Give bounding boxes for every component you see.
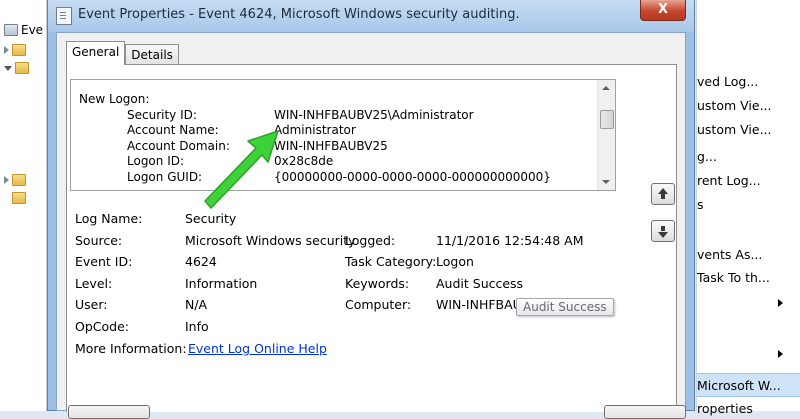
log-name-value: Security — [185, 211, 237, 226]
event-properties-icon — [56, 7, 72, 25]
dialog-title: Event Properties - Event 4624, Microsoft… — [78, 7, 520, 22]
action-section-header[interactable]: Microsoft W... — [697, 373, 800, 397]
folder-icon — [12, 174, 26, 186]
dialog-close-button[interactable] — [604, 405, 686, 419]
description-line: Security ID: WIN-INHFBAUBV25\Administrat… — [79, 108, 589, 124]
level-value: Information — [185, 276, 258, 291]
user-label: User: — [75, 297, 108, 312]
task-category-value: Logon — [436, 254, 474, 269]
arrow-down-icon — [658, 232, 668, 238]
tab-strip: General Details — [66, 41, 179, 65]
description-value: 0x28c8de — [274, 154, 334, 168]
description-header: New Logon: — [79, 92, 150, 106]
action-item[interactable]: g... — [697, 145, 800, 167]
tree-item-folder-1[interactable] — [4, 42, 26, 58]
opcode-value: Info — [185, 319, 209, 334]
scroll-up-arrow-icon[interactable] — [602, 86, 610, 90]
event-properties-dialog: Event Properties - Event 4624, Microsoft… — [47, 0, 695, 419]
scrollbar-thumb[interactable] — [600, 110, 614, 129]
description-line: Logon GUID: {00000000-0000-0000-0000-000… — [79, 170, 589, 186]
copy-button[interactable] — [68, 405, 150, 419]
description-value: WIN-INHFBAUBV25\Administrator — [274, 107, 474, 122]
keywords-label: Keywords: — [345, 276, 410, 291]
log-name-label: Log Name: — [75, 211, 143, 226]
submenu-arrow-icon[interactable] — [778, 350, 783, 358]
source-label: Source: — [75, 233, 123, 248]
scroll-down-arrow-icon[interactable] — [602, 180, 610, 184]
submenu-arrow-icon[interactable] — [778, 299, 783, 307]
event-fields: Log Name: Security Source: Microsoft Win… — [75, 211, 615, 371]
tab-details[interactable]: Details — [125, 44, 179, 65]
dialog-client-area: General Details New Logon: Security ID: … — [56, 32, 686, 412]
expand-arrow-icon[interactable] — [4, 46, 9, 54]
description-key: Logon ID: — [127, 154, 185, 168]
action-item[interactable]: ustom Vie... — [697, 118, 800, 140]
folder-icon — [15, 62, 29, 74]
tab-general[interactable]: General — [66, 41, 126, 65]
event-description-text: New Logon: Security ID: WIN-INHFBAUBV25\… — [79, 92, 589, 185]
description-value: Administrator — [274, 123, 356, 137]
keywords-value: Audit Success — [436, 276, 524, 291]
more-information-label: More Information: — [75, 341, 187, 356]
event-viewer-icon — [4, 24, 18, 36]
dialog-title-bar[interactable]: Event Properties - Event 4624, Microsoft… — [48, 0, 694, 32]
tooltip: Audit Success — [516, 298, 614, 316]
description-key: Security ID: — [127, 107, 197, 122]
previous-event-button[interactable] — [651, 183, 675, 205]
description-key: Account Name: — [127, 123, 219, 137]
tree-item-event-viewer[interactable]: Eve — [4, 22, 43, 38]
event-id-value: 4624 — [185, 254, 217, 269]
source-value: Microsoft Windows security — [185, 233, 356, 248]
logged-label: Logged: — [345, 233, 396, 248]
description-line: Logon ID: 0x28c8de — [79, 154, 589, 170]
computer-label: Computer: — [345, 297, 412, 312]
action-item[interactable]: Task To th... — [697, 266, 800, 288]
description-key: Logon GUID: — [127, 169, 203, 184]
folder-icon — [12, 44, 26, 56]
action-item[interactable]: rent Log... — [697, 169, 800, 191]
next-event-button[interactable] — [651, 220, 675, 242]
event-id-label: Event ID: — [75, 254, 133, 269]
opcode-label: OpCode: — [75, 319, 129, 334]
close-button[interactable]: X — [640, 0, 686, 21]
logged-value: 11/1/2016 12:54:48 AM — [436, 233, 584, 248]
tree-item-label: Eve — [21, 23, 44, 37]
action-item[interactable]: vents As... — [697, 243, 800, 265]
tree-item-folder-3[interactable] — [4, 172, 26, 188]
tree-item-folder-2[interactable] — [4, 60, 29, 76]
description-line: Account Domain: WIN-INHFBAUBV25 — [79, 139, 589, 155]
expand-arrow-icon[interactable] — [4, 176, 9, 184]
description-value: {00000000-0000-0000-0000-000000000000} — [274, 169, 551, 184]
description-value: WIN-INHFBAUBV25 — [274, 138, 388, 153]
action-item[interactable]: roperties — [697, 397, 800, 419]
action-item[interactable]: ved Log... — [697, 70, 800, 92]
tree-item-folder-4[interactable] — [4, 190, 26, 206]
description-scrollbar[interactable] — [597, 80, 615, 190]
folder-icon — [12, 192, 26, 204]
collapse-arrow-icon[interactable] — [4, 65, 12, 71]
user-value: N/A — [185, 297, 208, 312]
event-log-online-help-link[interactable]: Event Log Online Help — [188, 341, 327, 356]
action-item[interactable]: ustom Vie... — [697, 94, 800, 116]
description-key: Account Domain: — [127, 138, 230, 153]
console-tree-pane: Eve — [0, 0, 47, 411]
task-category-label: Task Category: — [345, 254, 437, 269]
level-label: Level: — [75, 276, 113, 291]
action-item[interactable]: s — [697, 193, 800, 215]
actions-pane: ved Log... ustom Vie... ustom Vie... g..… — [696, 0, 800, 416]
description-line: Account Name: Administrator — [79, 123, 589, 139]
event-description-box[interactable]: New Logon: Security ID: WIN-INHFBAUBV25\… — [70, 79, 616, 191]
